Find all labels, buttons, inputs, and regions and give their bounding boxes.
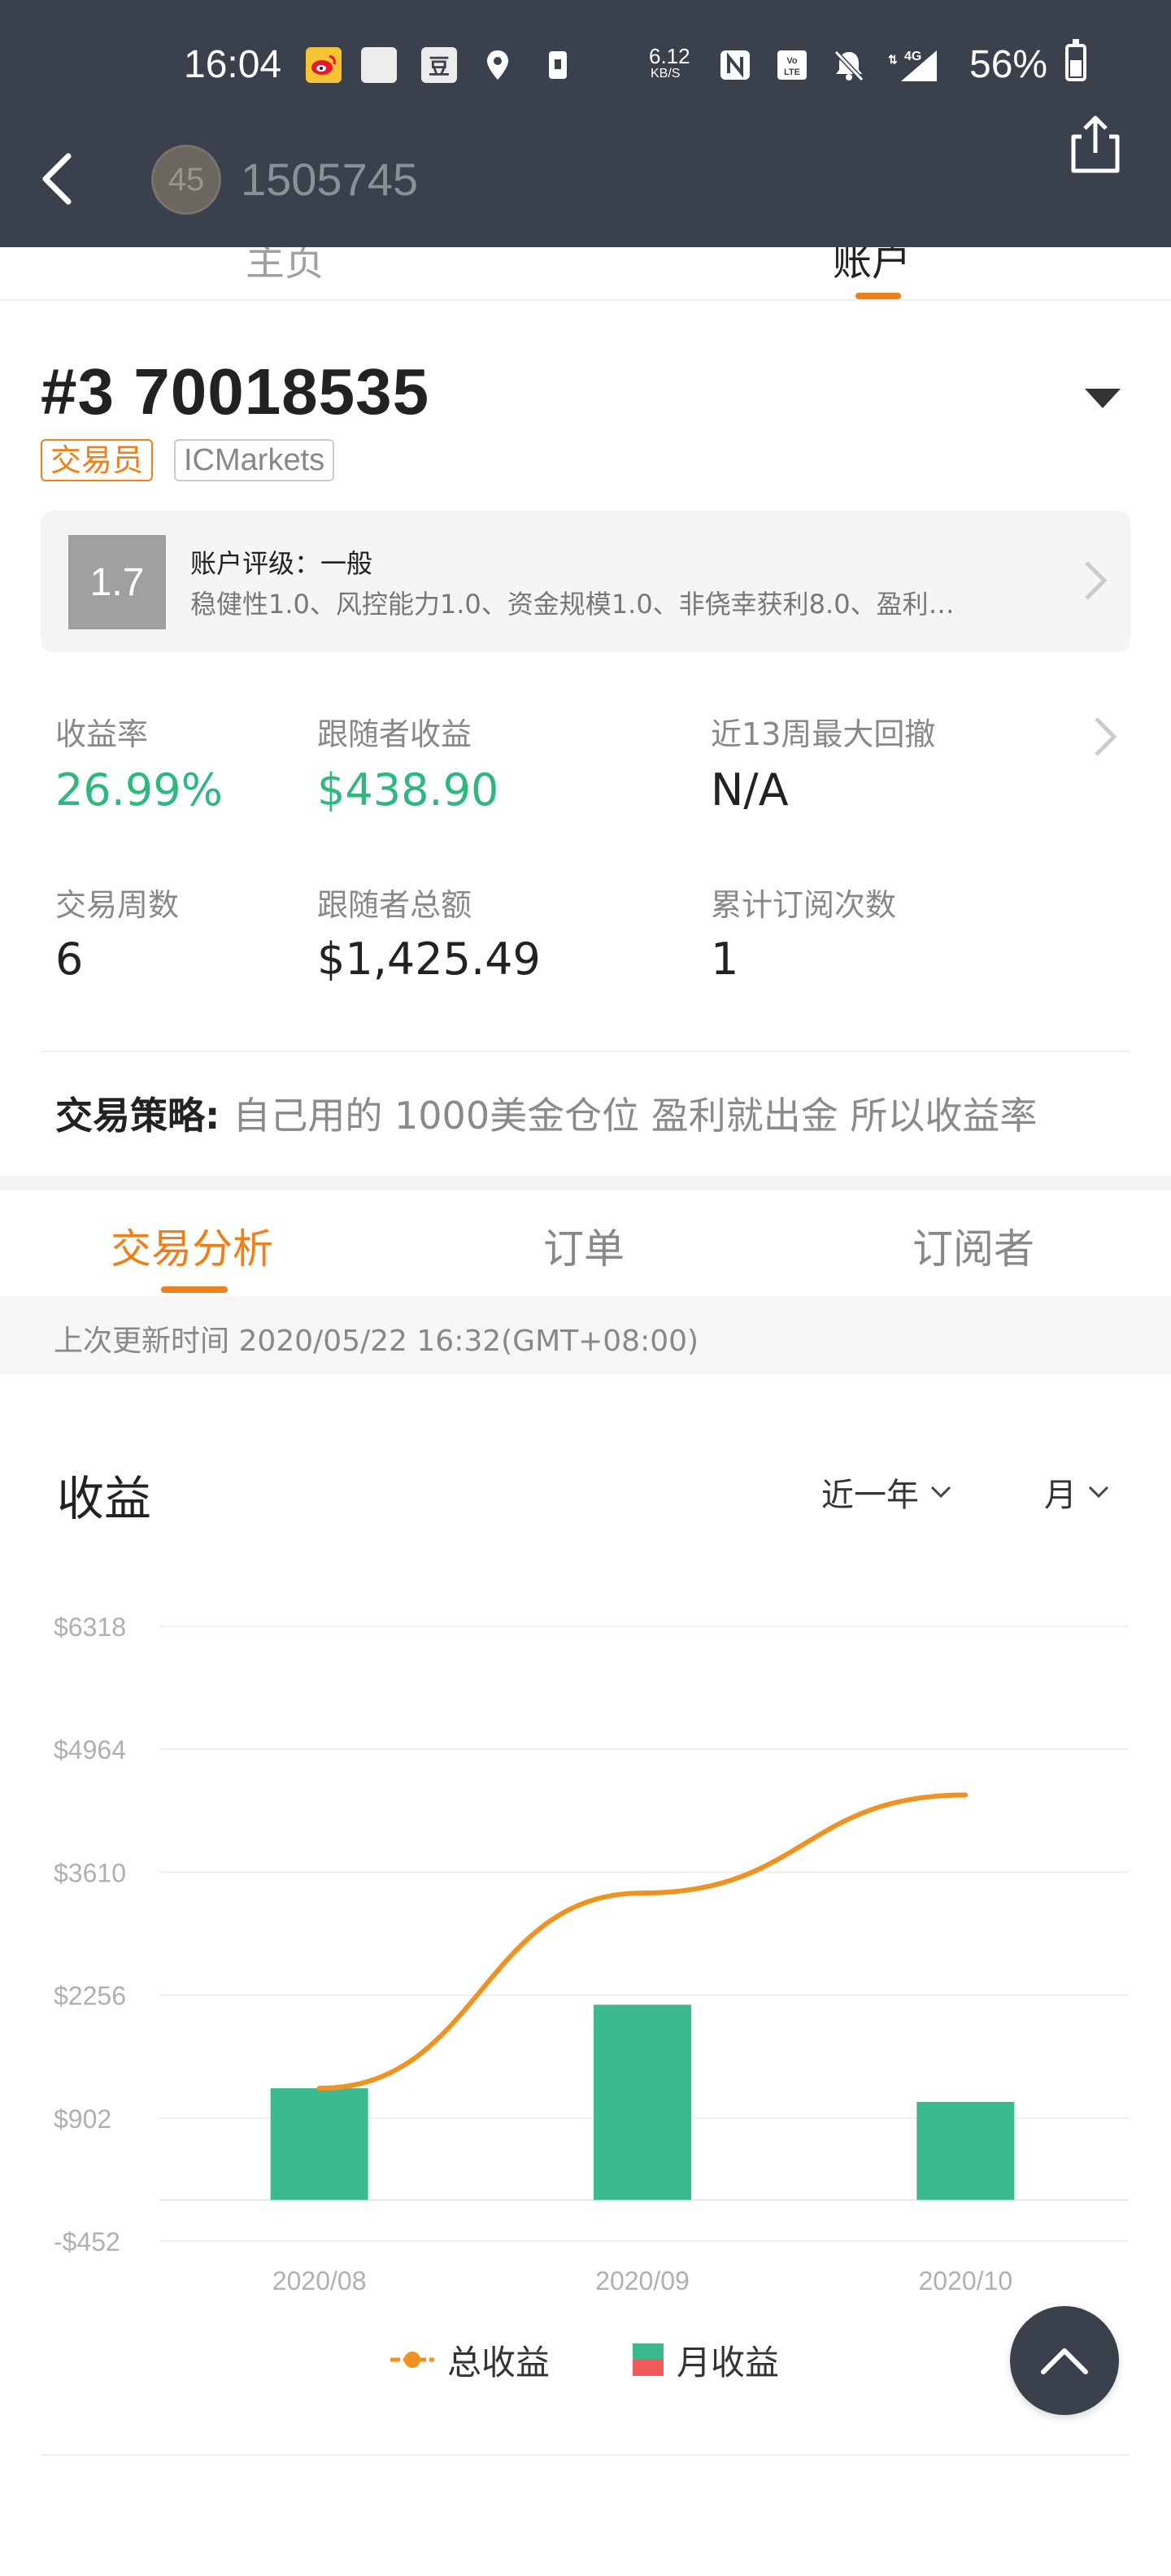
tab-account[interactable]: 账户 bbox=[833, 247, 911, 286]
chevron-up-icon bbox=[1041, 2348, 1088, 2374]
battery-percent: 56% bbox=[969, 43, 1048, 86]
section-divider bbox=[0, 1176, 1171, 1190]
return-label: 收益率 bbox=[55, 716, 149, 752]
y-tick-label: $3610 bbox=[54, 1858, 126, 1887]
header-user-id: 1505745 bbox=[241, 154, 419, 205]
svg-text:4G: 4G bbox=[904, 50, 921, 63]
app-header: 16:04 豆 6.12 KB/S VoLTE ⇅4G 56% 45 150 bbox=[0, 0, 1171, 247]
divider bbox=[41, 1051, 1130, 1052]
status-bar: 16:04 豆 6.12 KB/S Vo LTE ⇅ 4G 56% bbox=[0, 0, 1171, 130]
follower-profit-value: $438.90 bbox=[317, 764, 499, 816]
y-tick-label: -$452 bbox=[54, 2227, 120, 2256]
update-bar: 上次更新时间 2020/05/22 16:32(GMT+08:00) bbox=[0, 1296, 1171, 1374]
period-filter-label: 近一年 bbox=[821, 1477, 919, 1514]
legend-total: 总收益 bbox=[389, 2335, 550, 2384]
monthly-profit-bar bbox=[594, 2004, 691, 2200]
unit-filter-label: 月 bbox=[1044, 1477, 1077, 1514]
broker-tag: ICMarkets bbox=[174, 439, 335, 481]
tab-subscribers[interactable]: 订阅者 bbox=[912, 1216, 1034, 1275]
period-filter[interactable]: 近一年 bbox=[821, 1469, 953, 1516]
svg-text:⇅: ⇅ bbox=[888, 53, 898, 66]
sub-tab-indicator bbox=[161, 1286, 228, 1293]
status-time: 16:04 bbox=[184, 43, 282, 86]
account-rating-card[interactable]: 1.7 账户评级：一般 稳健性1.0、风控能力1.0、资金规模1.0、非侥幸获利… bbox=[41, 511, 1130, 652]
last-update-text: 上次更新时间 2020/05/22 16:32(GMT+08:00) bbox=[54, 1325, 699, 1358]
trader-tag: 交易员 bbox=[41, 439, 154, 481]
volte-icon: Vo LTE bbox=[774, 47, 810, 83]
drawdown-label: 近13周最大回撤 bbox=[711, 716, 936, 752]
follower-profit-label: 跟随者收益 bbox=[317, 716, 472, 752]
net-speed-value: 6.12 bbox=[649, 44, 690, 68]
tab-home[interactable]: 主页 bbox=[246, 247, 324, 286]
x-tick-label: 2020/09 bbox=[595, 2266, 690, 2295]
chevron-right-icon[interactable] bbox=[1090, 712, 1119, 761]
profit-chart: $6318 $4964 $3610 $2256 $902 -$452 2020/08 2020… bbox=[54, 1612, 1129, 2295]
chevron-down-icon bbox=[1088, 1486, 1109, 1499]
legend-bar-icon bbox=[633, 2343, 664, 2376]
follower-total-label: 跟随者总额 bbox=[317, 887, 472, 923]
legend-line-icon bbox=[390, 2352, 434, 2368]
douban-icon: 豆 bbox=[421, 47, 457, 83]
chart-title: 收益 bbox=[57, 1471, 152, 1526]
tab-orders[interactable]: 订单 bbox=[543, 1216, 625, 1275]
account-dropdown-icon[interactable] bbox=[1085, 389, 1121, 408]
net-speed-unit: KB/S bbox=[651, 67, 681, 80]
legend-total-label: 总收益 bbox=[447, 2342, 551, 2382]
trade-weeks-value: 6 bbox=[55, 933, 84, 985]
y-tick-label: $4964 bbox=[54, 1735, 126, 1764]
divider bbox=[41, 2454, 1130, 2456]
chevron-down-icon bbox=[930, 1486, 951, 1499]
rating-title: 账户评级：一般 bbox=[190, 548, 373, 579]
legend-monthly: 月收益 bbox=[631, 2335, 779, 2384]
tab-indicator bbox=[855, 293, 901, 299]
trade-weeks-label: 交易周数 bbox=[55, 887, 180, 923]
y-tick-label: $6318 bbox=[54, 1612, 126, 1642]
x-tick-label: 2020/08 bbox=[272, 2266, 367, 2295]
signal-4g-icon: ⇅ 4G bbox=[886, 47, 943, 83]
sim-icon bbox=[540, 47, 576, 83]
scroll-to-top-button[interactable] bbox=[1010, 2306, 1119, 2415]
share-button[interactable] bbox=[1065, 112, 1125, 177]
follower-total-value: $1,425.49 bbox=[317, 933, 541, 985]
subscriptions-label: 累计订阅次数 bbox=[711, 887, 897, 923]
y-tick-label: $2256 bbox=[54, 1982, 126, 2011]
drawdown-value: N/A bbox=[711, 764, 789, 816]
account-title: #3 70018535 bbox=[41, 355, 430, 428]
top-tab-bar: 主页 账户 bbox=[0, 247, 1171, 301]
strategy-text: 自己用的 1000美金仓位 盈利就出金 所以收益率 bbox=[233, 1094, 1038, 1138]
svg-text:Vo: Vo bbox=[786, 56, 798, 66]
tab-trade-analysis[interactable]: 交易分析 bbox=[111, 1216, 273, 1275]
y-tick-label: $902 bbox=[54, 2104, 111, 2134]
weibo-icon bbox=[306, 47, 342, 83]
blank-app-icon bbox=[361, 47, 397, 83]
monthly-profit-bar bbox=[270, 2088, 368, 2200]
rating-score: 1.7 bbox=[68, 535, 166, 629]
x-tick-label: 2020/10 bbox=[918, 2266, 1012, 2295]
return-value: 26.99% bbox=[55, 764, 223, 816]
avatar[interactable]: 45 bbox=[151, 145, 221, 215]
trading-strategy: 交易策略: 自己用的 1000美金仓位 盈利就出金 所以收益率 bbox=[55, 1086, 1145, 1140]
legend-monthly-label: 月收益 bbox=[677, 2342, 780, 2382]
nfc-icon bbox=[717, 47, 753, 83]
battery-icon bbox=[1065, 39, 1086, 81]
location-icon bbox=[480, 47, 516, 83]
monthly-profit-bar bbox=[916, 2101, 1015, 2200]
rating-description: 稳健性1.0、风控能力1.0、资金规模1.0、非侥幸获利8.0、盈利… bbox=[190, 589, 955, 620]
mute-icon bbox=[831, 47, 867, 83]
svg-text:LTE: LTE bbox=[784, 67, 800, 77]
back-button[interactable] bbox=[36, 146, 85, 211]
chevron-right-icon bbox=[1078, 556, 1111, 605]
unit-filter[interactable]: 月 bbox=[1044, 1469, 1111, 1516]
strategy-label: 交易策略: bbox=[55, 1094, 220, 1138]
subscriptions-value: 1 bbox=[711, 933, 739, 985]
